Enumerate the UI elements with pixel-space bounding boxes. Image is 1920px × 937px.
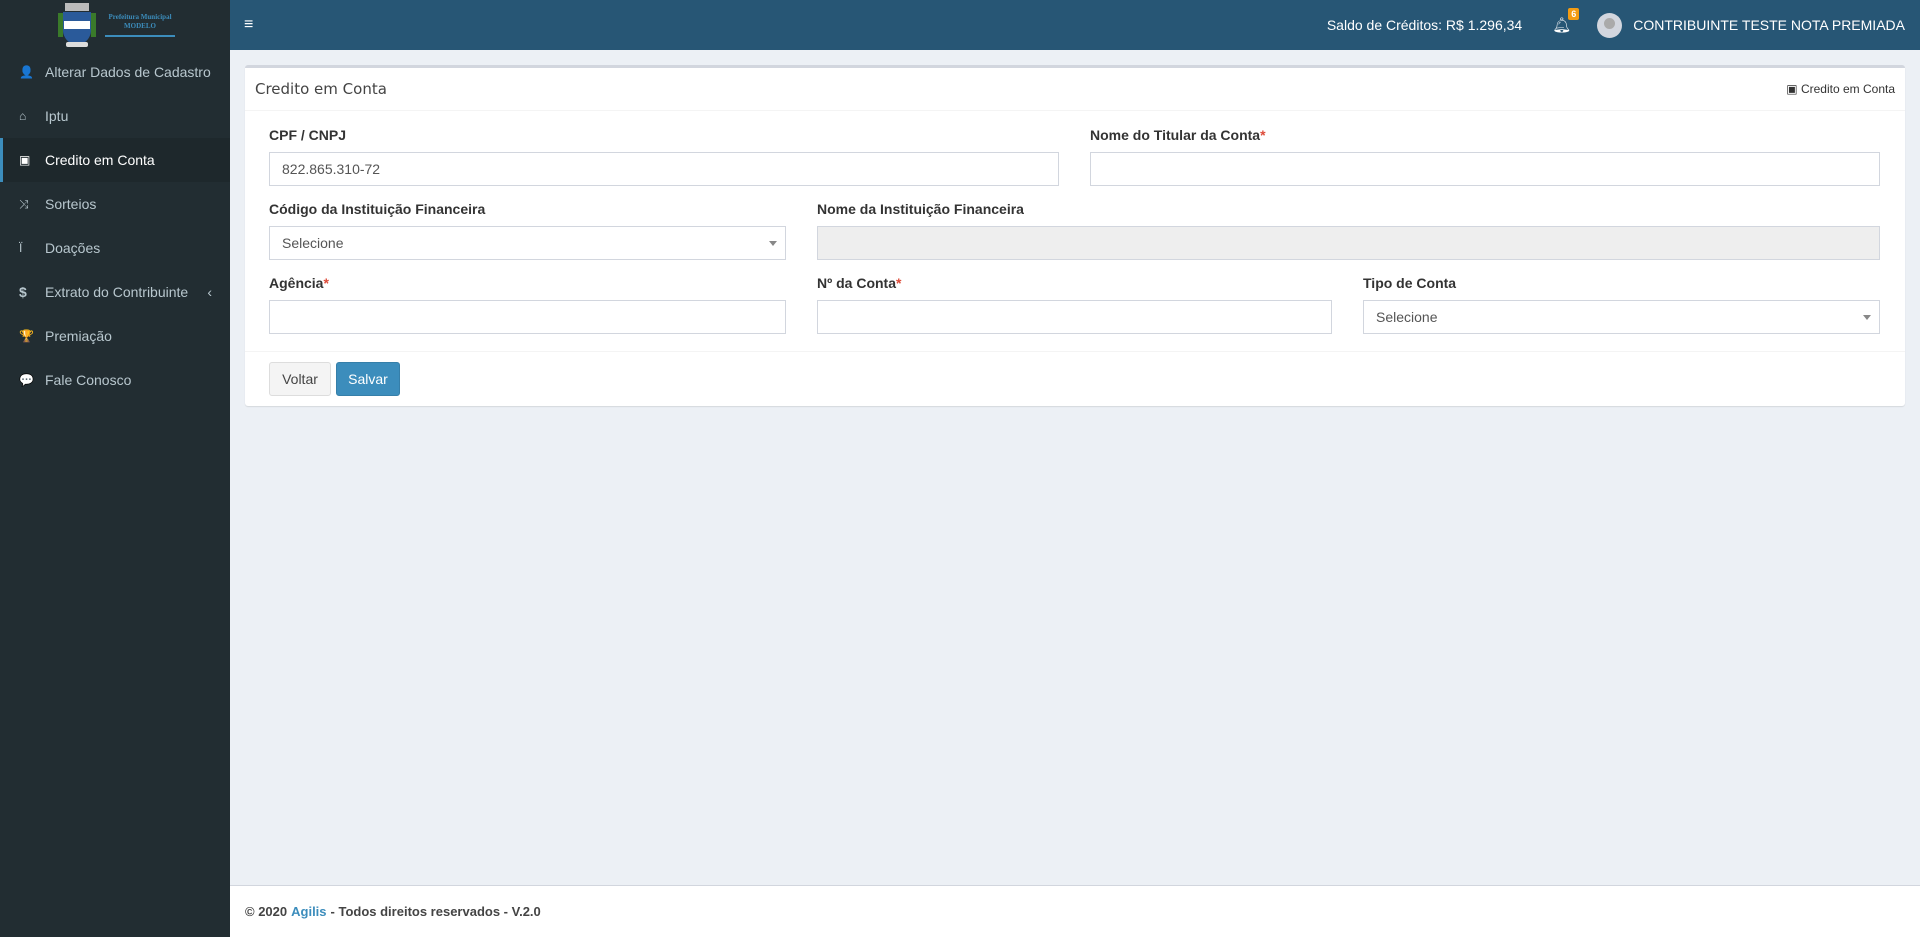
tipo-selected: Selecione: [1376, 309, 1438, 325]
logo-line1: Prefeitura Municipal: [108, 13, 172, 21]
trophy-icon: 🏆: [19, 329, 34, 343]
sidebar-item-iptu[interactable]: ⌂ Iptu: [0, 94, 230, 138]
conta-label: Nº da Conta*: [817, 275, 902, 291]
tipo-label: Tipo de Conta: [1363, 275, 1457, 291]
sidebar: Prefeitura Municipal MODELO 👤 Alterar Dad…: [0, 0, 230, 937]
caret-down-icon: [1863, 315, 1871, 320]
sidebar-item-label: Extrato do Contribuinte: [45, 284, 189, 300]
credit-balance: Saldo de Créditos: R$ 1.296,34: [1326, 17, 1523, 33]
breadcrumb[interactable]: ▣ Credito em Conta: [1786, 82, 1895, 96]
user-icon: 👤: [19, 65, 34, 79]
conta-input[interactable]: [817, 300, 1332, 334]
save-button[interactable]: Salvar: [336, 362, 400, 396]
codigo-label: Código da Instituição Financeira: [269, 201, 486, 217]
conta-field-group: Nº da Conta*: [817, 275, 1332, 334]
sidebar-item-extrato[interactable]: $ Extrato do Contribuinte ‹: [0, 270, 230, 314]
caret-down-icon: [769, 241, 777, 246]
sidebar-item-label: Alterar Dados de Cadastro: [45, 64, 211, 80]
sidebar-item-label: Fale Conosco: [45, 372, 132, 388]
cpf-input[interactable]: 822.865.310-72: [269, 152, 1059, 186]
notification-count-badge: 6: [1568, 8, 1580, 20]
cpf-label: CPF / CNPJ: [269, 127, 347, 143]
codigo-select[interactable]: Selecione: [269, 226, 786, 260]
user-menu[interactable]: CONTRIBUINTE TESTE NOTA PREMIADA: [1633, 17, 1905, 33]
sidebar-item-sorteios[interactable]: ⤨ Sorteios: [0, 182, 230, 226]
brand-link[interactable]: Agilis: [291, 904, 326, 919]
sidebar-item-label: Premiação: [45, 328, 112, 344]
agencia-label: Agência*: [269, 275, 329, 291]
money-icon: ▣: [1786, 82, 1801, 96]
nome-inst-field-group: Nome da Instituição Financeira: [817, 201, 1880, 260]
credito-form-box: Credito em Conta ▣ Credito em Conta CPF …: [245, 65, 1905, 406]
sidebar-item-fale-conosco[interactable]: 💬 Fale Conosco: [0, 358, 230, 402]
random-icon: ⤨: [19, 196, 29, 211]
chevron-left-icon: ‹: [207, 284, 212, 300]
notifications-button[interactable]: 🔔︎ 6: [1552, 8, 1580, 34]
sidebar-item-label: Sorteios: [45, 196, 97, 212]
sidebar-item-doacoes[interactable]: Ϊ Doações: [0, 226, 230, 270]
page-title: Credito em Conta: [255, 80, 387, 98]
footer-text: - Todos direitos reservados - V.2.0: [330, 904, 541, 919]
back-button[interactable]: Voltar: [269, 362, 331, 396]
tipo-select[interactable]: Selecione: [1363, 300, 1880, 334]
money-icon: ▣: [19, 153, 31, 167]
sidebar-item-label: Credito em Conta: [45, 152, 155, 168]
sidebar-item-label: Iptu: [45, 108, 69, 124]
home-icon: ⌂: [19, 109, 27, 123]
logo-text: Prefeitura Municipal MODELO: [105, 13, 175, 37]
comments-icon: 💬: [19, 373, 34, 387]
logo-tagline: [105, 35, 175, 37]
nome-inst-label: Nome da Instituição Financeira: [817, 201, 1024, 217]
sidebar-item-alterar-dados[interactable]: 👤 Alterar Dados de Cadastro: [0, 50, 230, 94]
agencia-input[interactable]: [269, 300, 786, 334]
cpf-field-group: CPF / CNPJ 822.865.310-72: [269, 127, 1059, 186]
agencia-field-group: Agência*: [269, 275, 786, 334]
logo[interactable]: Prefeitura Municipal MODELO: [0, 0, 230, 50]
child-icon: Ϊ: [19, 241, 23, 255]
titular-input[interactable]: [1090, 152, 1880, 186]
top-navbar: ≡ Saldo de Créditos: R$ 1.296,34 🔔︎ 6 CON…: [230, 0, 1920, 50]
page-footer: © 2020 Agilis - Todos direitos reservado…: [230, 885, 1920, 937]
coat-of-arms-icon: [58, 3, 96, 47]
titular-label: Nome do Titular da Conta*: [1090, 127, 1266, 143]
box-footer-divider: [245, 351, 1905, 352]
tipo-field-group: Tipo de Conta Selecione: [1363, 275, 1880, 334]
copyright: © 2020: [245, 904, 288, 919]
dollar-icon: $: [19, 284, 27, 300]
logo-line2: MODELO: [124, 22, 156, 30]
sidebar-item-premiacao[interactable]: 🏆 Premiação: [0, 314, 230, 358]
avatar[interactable]: [1597, 12, 1623, 38]
sidebar-item-label: Doações: [45, 240, 101, 256]
codigo-selected: Selecione: [282, 235, 344, 251]
titular-field-group: Nome do Titular da Conta*: [1090, 127, 1880, 186]
codigo-field-group: Código da Instituição Financeira Selecio…: [269, 201, 786, 260]
menu-toggle-icon[interactable]: ≡: [244, 16, 253, 34]
sidebar-item-credito-em-conta[interactable]: ▣ Credito em Conta: [0, 138, 230, 182]
breadcrumb-label: Credito em Conta: [1800, 82, 1895, 96]
nome-inst-input: [817, 226, 1880, 260]
